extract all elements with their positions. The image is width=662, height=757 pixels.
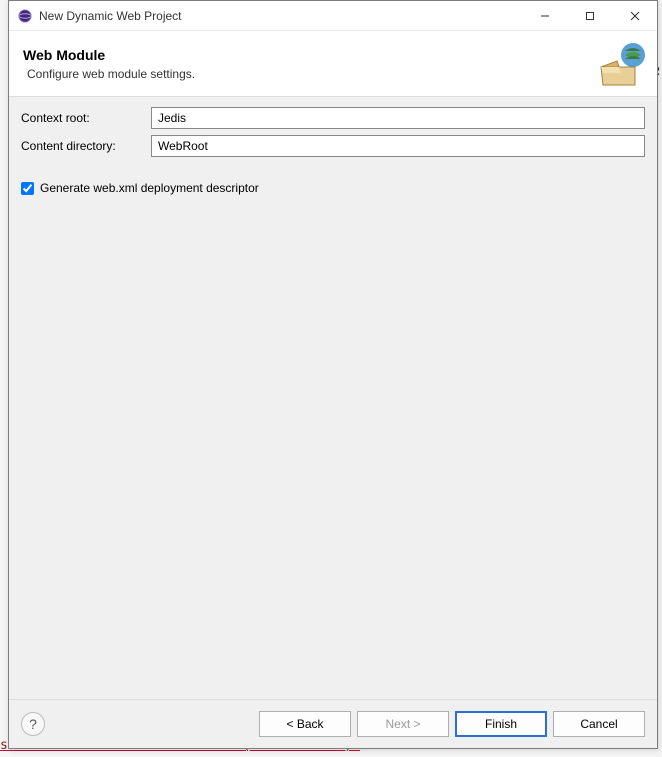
back-button[interactable]: < Back	[259, 711, 351, 737]
titlebar[interactable]: New Dynamic Web Project	[9, 1, 657, 31]
minimize-button[interactable]	[522, 1, 567, 31]
generate-webxml-row: Generate web.xml deployment descriptor	[21, 181, 645, 195]
window-controls	[522, 1, 657, 30]
generate-webxml-checkbox[interactable]	[21, 182, 34, 195]
window-title: New Dynamic Web Project	[39, 9, 522, 23]
wizard-header: Web Module Configure web module settings…	[9, 31, 657, 97]
maximize-button[interactable]	[567, 1, 612, 31]
wizard-footer: ? < Back Next > Finish Cancel	[9, 700, 657, 748]
context-root-label: Context root:	[21, 111, 151, 125]
close-button[interactable]	[612, 1, 657, 31]
page-subtitle: Configure web module settings.	[27, 67, 195, 81]
cancel-button[interactable]: Cancel	[553, 711, 645, 737]
wizard-content: Context root: Content directory: Generat…	[9, 97, 657, 700]
generate-webxml-label[interactable]: Generate web.xml deployment descriptor	[40, 181, 259, 195]
context-root-input[interactable]	[151, 107, 645, 129]
finish-button[interactable]: Finish	[455, 711, 547, 737]
eclipse-icon	[17, 8, 33, 24]
help-icon: ?	[29, 716, 37, 732]
help-button[interactable]: ?	[21, 712, 45, 736]
wizard-banner-icon	[595, 39, 647, 89]
wizard-dialog: New Dynamic Web Project Web Module Confi…	[8, 0, 658, 749]
next-button: Next >	[357, 711, 449, 737]
content-directory-row: Content directory:	[21, 135, 645, 157]
content-directory-label: Content directory:	[21, 139, 151, 153]
content-directory-input[interactable]	[151, 135, 645, 157]
page-title: Web Module	[23, 47, 195, 63]
context-root-row: Context root:	[21, 107, 645, 129]
